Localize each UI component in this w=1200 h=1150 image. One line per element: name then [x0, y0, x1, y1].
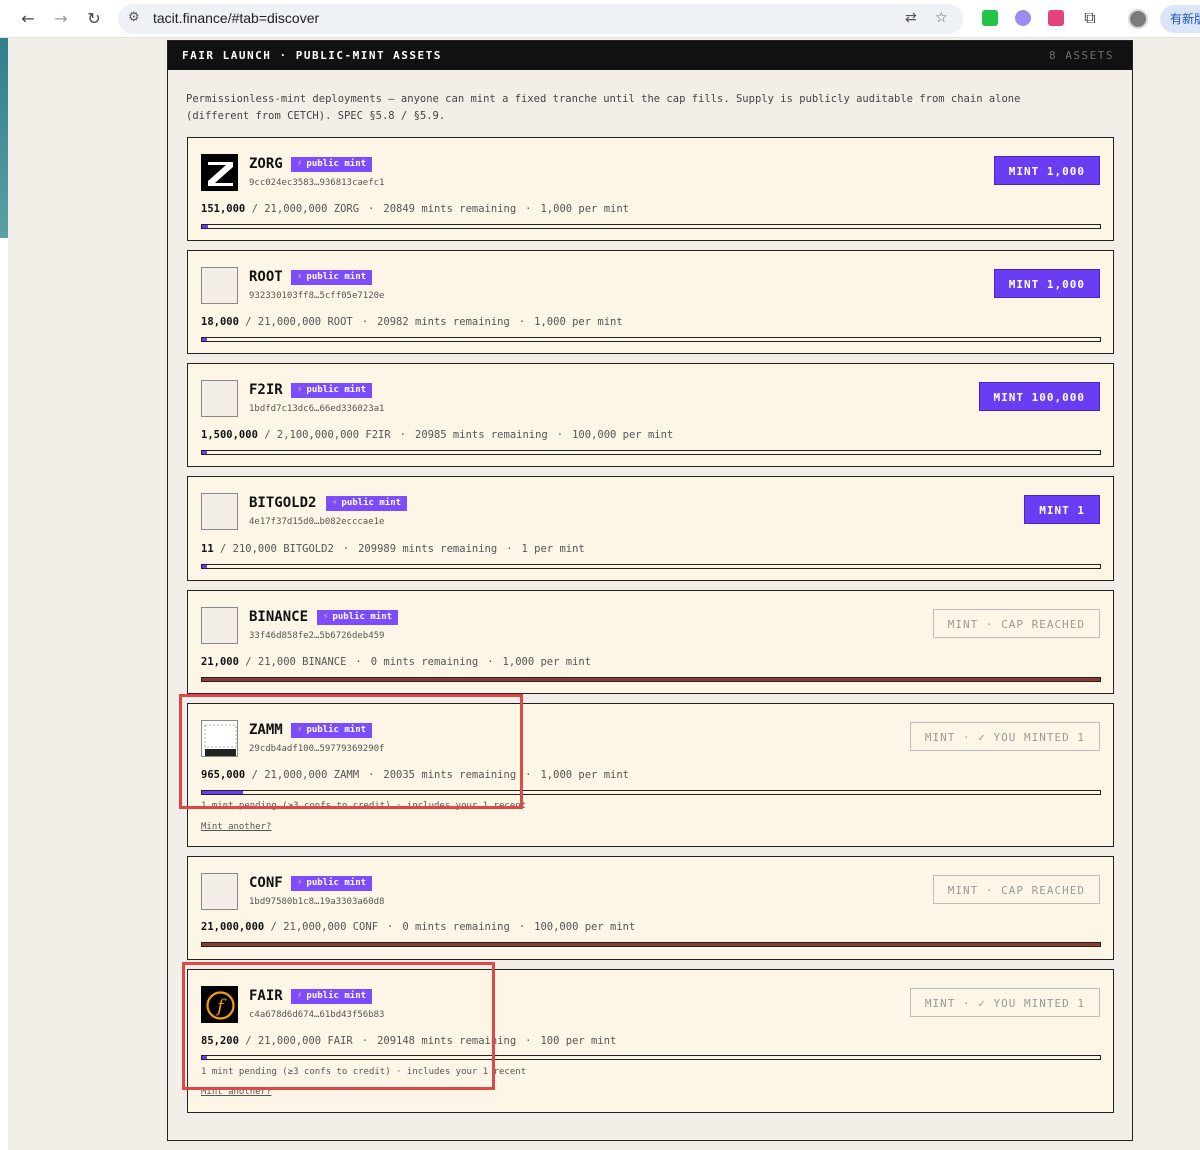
asset-txid[interactable]: 1bdfd7c13dc6…66ed336023a1 [249, 404, 384, 414]
asset-card: F2IR ⚡ public mint 1bdfd7c13dc6…66ed33602… [187, 363, 1114, 467]
progress-fill [202, 565, 208, 568]
bolt-icon: ⚡ [297, 878, 303, 888]
mint-cap-reached-button: MINT · CAP REACHED [932, 875, 1100, 904]
progress-fill [202, 451, 208, 454]
asset-ticker: CONF [249, 875, 283, 891]
site-settings-icon[interactable]: ⚙ [128, 10, 140, 25]
asset-logo-placeholder [201, 607, 238, 644]
mint-progress-bar [201, 224, 1101, 229]
asset-stats: 11 / 210,000 BITGOLD2 · 209989 mints remai… [201, 543, 585, 555]
mint-progress-bar [201, 677, 1101, 682]
asset-stats: 151,000 / 21,000,000 ZORG · 20849 mints re… [201, 203, 629, 215]
mint-another-link[interactable]: Mint another? [201, 822, 271, 832]
asset-logo-placeholder [201, 873, 238, 910]
extensions-puzzle-icon[interactable]: ⧉ [1079, 7, 1101, 29]
asset-logo-z [201, 154, 238, 191]
progress-fill [202, 678, 1100, 681]
extension-icon[interactable] [1048, 10, 1064, 26]
asset-logo-placeholder [201, 267, 238, 304]
asset-txid[interactable]: 932330103ff8…5cff05e7120e [249, 291, 384, 301]
progress-fill [202, 338, 208, 341]
asset-ticker: ZORG [249, 156, 283, 172]
background-window-edge [0, 38, 8, 1150]
mint-cap-reached-button: MINT · CAP REACHED [932, 609, 1100, 638]
mint-progress-bar [201, 564, 1101, 569]
url-text: tacit.finance/#tab=discover [153, 10, 320, 26]
public-mint-badge: ⚡ public mint [317, 610, 399, 625]
public-mint-badge: ⚡ public mint [291, 383, 373, 398]
mint-progress-bar [201, 942, 1101, 947]
panel-title: FAIR LAUNCH · PUBLIC-MINT ASSETS [182, 49, 442, 62]
panel-header: FAIR LAUNCH · PUBLIC-MINT ASSETS 8 ASSET… [168, 41, 1132, 70]
asset-txid[interactable]: 1bd97580b1c8…19a3303a60d8 [249, 897, 384, 907]
bookmark-star-icon[interactable]: ☆ [935, 10, 948, 26]
asset-ticker: BITGOLD2 [249, 495, 317, 511]
progress-fill [202, 225, 209, 228]
asset-logo-placeholder [201, 493, 238, 530]
progress-fill [202, 943, 1100, 946]
mint-progress-bar [201, 337, 1101, 342]
forward-icon[interactable]: → [50, 8, 72, 30]
translate-icon[interactable]: ⇄ [905, 10, 917, 26]
asset-card: BITGOLD2 ⚡ public mint 4e17f37d15d0…b082e… [187, 476, 1114, 581]
asset-txid[interactable]: 4e17f37d15d0…b082ecccae1e [249, 517, 384, 527]
back-icon[interactable]: ← [17, 8, 39, 30]
asset-logo-placeholder [201, 380, 238, 417]
asset-txid[interactable]: 33f46d858fe2…5b6726deb459 [249, 631, 384, 641]
bolt-icon: ⚡ [297, 159, 303, 169]
extension-icon[interactable] [1015, 10, 1031, 26]
bolt-icon: ⚡ [297, 385, 303, 395]
profile-avatar[interactable] [1128, 9, 1148, 29]
asset-stats: 18,000 / 21,000,000 ROOT · 20982 mints rem… [201, 316, 623, 328]
asset-stats: 1,500,000 / 2,100,000,000 F2IR · 20985 min… [201, 429, 674, 441]
asset-ticker: ROOT [249, 269, 283, 285]
extension-icon[interactable] [982, 10, 998, 26]
update-button[interactable]: 有新版 [1160, 5, 1200, 33]
public-mint-badge: ⚡ public mint [291, 876, 373, 891]
asset-count: 8 ASSETS [1049, 49, 1114, 62]
asset-stats: 21,000,000 / 21,000,000 CONF · 0 mints rem… [201, 921, 636, 933]
bolt-icon: ⚡ [323, 612, 329, 622]
asset-card: BINANCE ⚡ public mint 33f46d858fe2…5b6726… [187, 590, 1114, 694]
mint-button[interactable]: MINT 1 [1024, 495, 1100, 524]
you-minted-button: MINT · ✓ YOU MINTED 1 [909, 988, 1100, 1017]
mint-button[interactable]: MINT 1,000 [993, 269, 1100, 298]
annotation-box [179, 694, 523, 809]
browser-toolbar: ← → ↻ ⚙ tacit.finance/#tab=discover ⇄ ☆ … [0, 0, 1200, 38]
bolt-icon: ⚡ [297, 272, 303, 282]
public-mint-badge: ⚡ public mint [291, 270, 373, 285]
reload-icon[interactable]: ↻ [83, 8, 105, 30]
asset-card: CONF ⚡ public mint 1bd97580b1c8…19a3303a6… [187, 856, 1114, 960]
public-mint-badge: ⚡ public mint [326, 496, 408, 511]
asset-stats: 21,000 / 21,000 BINANCE · 0 mints remainin… [201, 656, 592, 668]
asset-ticker: F2IR [249, 382, 283, 398]
asset-ticker: BINANCE [249, 609, 309, 625]
public-mint-badge: ⚡ public mint [291, 157, 373, 172]
you-minted-button: MINT · ✓ YOU MINTED 1 [909, 722, 1100, 751]
bolt-icon: ⚡ [332, 498, 338, 508]
address-bar[interactable]: ⚙ tacit.finance/#tab=discover ⇄ ☆ [118, 4, 963, 34]
annotation-box [182, 962, 495, 1090]
panel-intro: Permissionless-mint deployments — anyone… [186, 93, 1021, 122]
mint-button[interactable]: MINT 100,000 [978, 382, 1100, 411]
mint-button[interactable]: MINT 1,000 [993, 156, 1100, 185]
asset-card: ZORG ⚡ public mint 9cc024ec3583…936813cae… [187, 137, 1114, 241]
asset-card: ROOT ⚡ public mint 932330103ff8…5cff05e71… [187, 250, 1114, 354]
mint-progress-bar [201, 450, 1101, 455]
asset-txid[interactable]: 9cc024ec3583…936813caefc1 [249, 178, 384, 188]
